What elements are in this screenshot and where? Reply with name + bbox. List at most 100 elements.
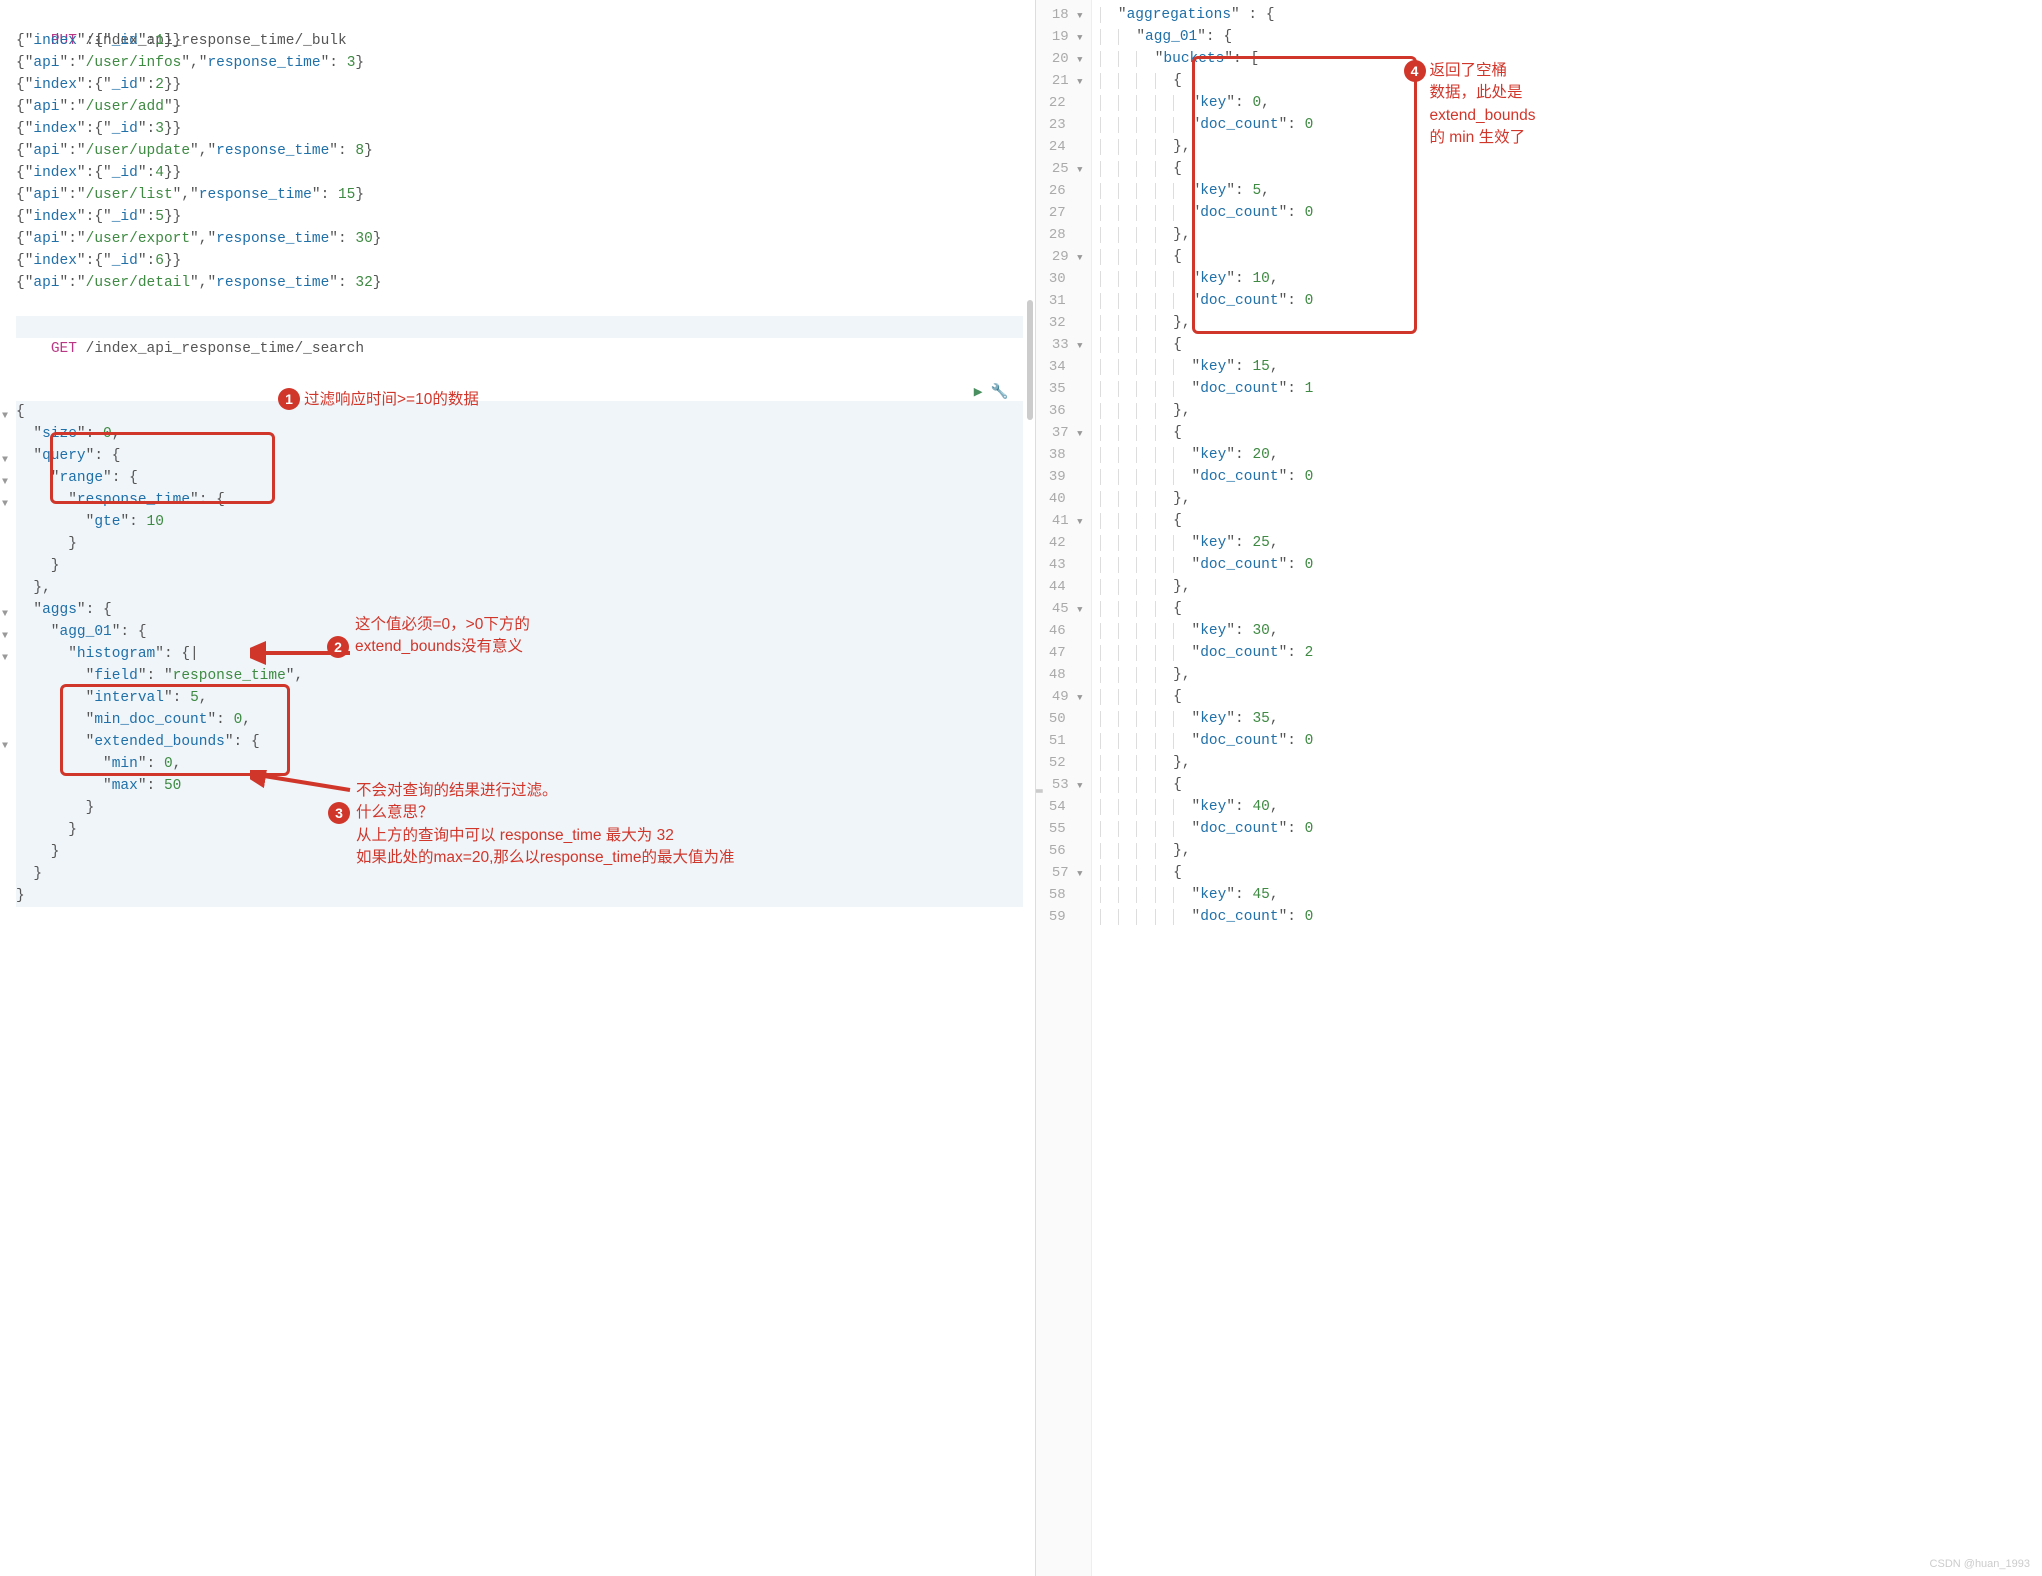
line-number: 24 — [1040, 136, 1083, 158]
code-line[interactable]: "doc_count": 0 — [1100, 554, 2035, 576]
fold-icon[interactable]: ▼ — [2, 604, 8, 626]
code-line[interactable]: GET /index_api_response_time/_search ▶ 🔧 — [16, 316, 1023, 338]
code-line[interactable]: "key": 15, — [1100, 356, 2035, 378]
code-line[interactable]: {"api":"/user/infos","response_time": 3} — [16, 52, 1023, 74]
code-line[interactable]: "doc_count": 0 — [1100, 466, 2035, 488]
code-line[interactable]: "key": 30, — [1100, 620, 2035, 642]
fold-icon[interactable]: ▼ — [2, 494, 8, 516]
code-line[interactable]: {"api":"/user/add"} — [16, 96, 1023, 118]
pane-resize-handle[interactable]: ∥ — [1036, 788, 1044, 794]
code-line[interactable]: { — [1100, 510, 2035, 532]
fold-icon[interactable]: ▼ — [2, 406, 8, 428]
code-line[interactable]: "min_doc_count": 0, — [16, 709, 1023, 731]
code-line[interactable]: }, — [16, 577, 1023, 599]
code-line[interactable]: {"index":{"_id":2}} — [16, 74, 1023, 96]
code-line[interactable]: "aggregations" : { — [1100, 4, 2035, 26]
code-line[interactable]: {"index":{"_id":1}} — [16, 30, 1023, 52]
code-line[interactable]: }, — [1100, 224, 2035, 246]
code-line[interactable]: "key": 20, — [1100, 444, 2035, 466]
line-number: 34 — [1040, 356, 1083, 378]
code-line[interactable]: {"api":"/user/export","response_time": 3… — [16, 228, 1023, 250]
code-line[interactable]: } — [16, 819, 1023, 841]
code-line[interactable]: {"index":{"_id":5}} — [16, 206, 1023, 228]
code-line[interactable]: "agg_01": { — [1100, 26, 2035, 48]
code-line[interactable]: }, — [1100, 664, 2035, 686]
code-line[interactable]: PUT /index_api_response_time/_bulk — [16, 8, 1023, 30]
code-line[interactable]: "doc_count": 1 — [1100, 378, 2035, 400]
code-line[interactable]: { — [1100, 422, 2035, 444]
fold-icon[interactable]: ▼ — [2, 736, 8, 758]
line-number: 36 — [1040, 400, 1083, 422]
code-line[interactable]: "key": 5, — [1100, 180, 2035, 202]
code-line[interactable]: {"api":"/user/list","response_time": 15} — [16, 184, 1023, 206]
code-line[interactable]: {"index":{"_id":3}} — [16, 118, 1023, 140]
fold-icon[interactable]: ▼ — [2, 626, 8, 648]
code-line[interactable]: { — [1100, 158, 2035, 180]
fold-icon[interactable]: ▼ — [2, 648, 8, 670]
fold-icon[interactable]: ▼ — [2, 472, 8, 494]
code-line[interactable]: ▼ "extended_bounds": { — [16, 731, 1023, 753]
code-line[interactable]: { — [1100, 246, 2035, 268]
line-number: 20 ▼ — [1040, 48, 1083, 70]
code-line[interactable]: ▼ "histogram": {| — [16, 643, 1023, 665]
code-line[interactable]: { — [1100, 862, 2035, 884]
code-line[interactable]: "key": 10, — [1100, 268, 2035, 290]
code-line[interactable]: }, — [1100, 400, 2035, 422]
code-line[interactable]: "key": 35, — [1100, 708, 2035, 730]
line-number: 55 — [1040, 818, 1083, 840]
code-line[interactable]: "gte": 10 — [16, 511, 1023, 533]
code-line[interactable]: } — [16, 841, 1023, 863]
code-line[interactable]: "buckets": [ — [1100, 48, 2035, 70]
code-line[interactable]: { — [1100, 774, 2035, 796]
code-line[interactable]: } — [16, 555, 1023, 577]
line-number: 22 — [1040, 92, 1083, 114]
code-line[interactable]: ▼ "aggs": { — [16, 599, 1023, 621]
code-line[interactable]: ▼{ — [16, 401, 1023, 423]
code-line[interactable]: } — [16, 863, 1023, 885]
code-line[interactable]: } — [16, 885, 1023, 907]
code-line[interactable]: {"index":{"_id":4}} — [16, 162, 1023, 184]
code-line[interactable]: { — [1100, 334, 2035, 356]
code-line[interactable]: }, — [1100, 840, 2035, 862]
code-line[interactable]: { — [1100, 70, 2035, 92]
code-line[interactable]: "size": 0, — [16, 423, 1023, 445]
code-line[interactable]: "interval": 5, — [16, 687, 1023, 709]
code-line[interactable]: "key": 45, — [1100, 884, 2035, 906]
code-line[interactable]: "doc_count": 0 — [1100, 290, 2035, 312]
code-line[interactable]: "field": "response_time", — [16, 665, 1023, 687]
code-line[interactable]: } — [16, 797, 1023, 819]
code-line[interactable]: {"api":"/user/update","response_time": 8… — [16, 140, 1023, 162]
code-line[interactable]: }, — [1100, 752, 2035, 774]
code-line[interactable]: {"index":{"_id":6}} — [16, 250, 1023, 272]
code-line[interactable]: "doc_count": 0 — [1100, 114, 2035, 136]
line-number: 31 — [1040, 290, 1083, 312]
code-line[interactable]: "doc_count": 0 — [1100, 730, 2035, 752]
code-line[interactable]: "doc_count": 2 — [1100, 642, 2035, 664]
code-line[interactable]: }, — [1100, 136, 2035, 158]
code-line[interactable]: { — [1100, 686, 2035, 708]
line-number: 40 — [1040, 488, 1083, 510]
code-line[interactable]: "key": 40, — [1100, 796, 2035, 818]
code-line[interactable]: }, — [1100, 576, 2035, 598]
code-line[interactable]: "doc_count": 0 — [1100, 202, 2035, 224]
code-line[interactable]: "max": 50 — [16, 775, 1023, 797]
code-line[interactable]: "min": 0, — [16, 753, 1023, 775]
code-line[interactable]: } — [16, 533, 1023, 555]
code-line[interactable]: ▼ "response_time": { — [16, 489, 1023, 511]
line-number: 38 — [1040, 444, 1083, 466]
code-line[interactable]: ▼ "range": { — [16, 467, 1023, 489]
code-line[interactable]: "doc_count": 0 — [1100, 906, 2035, 928]
code-line[interactable]: {"api":"/user/detail","response_time": 3… — [16, 272, 1023, 294]
code-line[interactable]: "key": 0, — [1100, 92, 2035, 114]
scrollbar[interactable] — [1027, 300, 1033, 420]
code-line[interactable]: ▼ "query": { — [16, 445, 1023, 467]
code-line[interactable]: "key": 25, — [1100, 532, 2035, 554]
code-line[interactable]: }, — [1100, 312, 2035, 334]
code-line[interactable]: }, — [1100, 488, 2035, 510]
code-line[interactable]: { — [1100, 598, 2035, 620]
code-line[interactable]: "doc_count": 0 — [1100, 818, 2035, 840]
fold-icon[interactable]: ▼ — [2, 450, 8, 472]
code-line[interactable]: ▼ "agg_01": { — [16, 621, 1023, 643]
response-pane[interactable]: ∥ 18 ▼19 ▼20 ▼21 ▼22 23 24 25 ▼26 27 28 … — [1036, 0, 2042, 1576]
request-editor-pane[interactable]: PUT /index_api_response_time/_bulk {"ind… — [0, 0, 1036, 1576]
